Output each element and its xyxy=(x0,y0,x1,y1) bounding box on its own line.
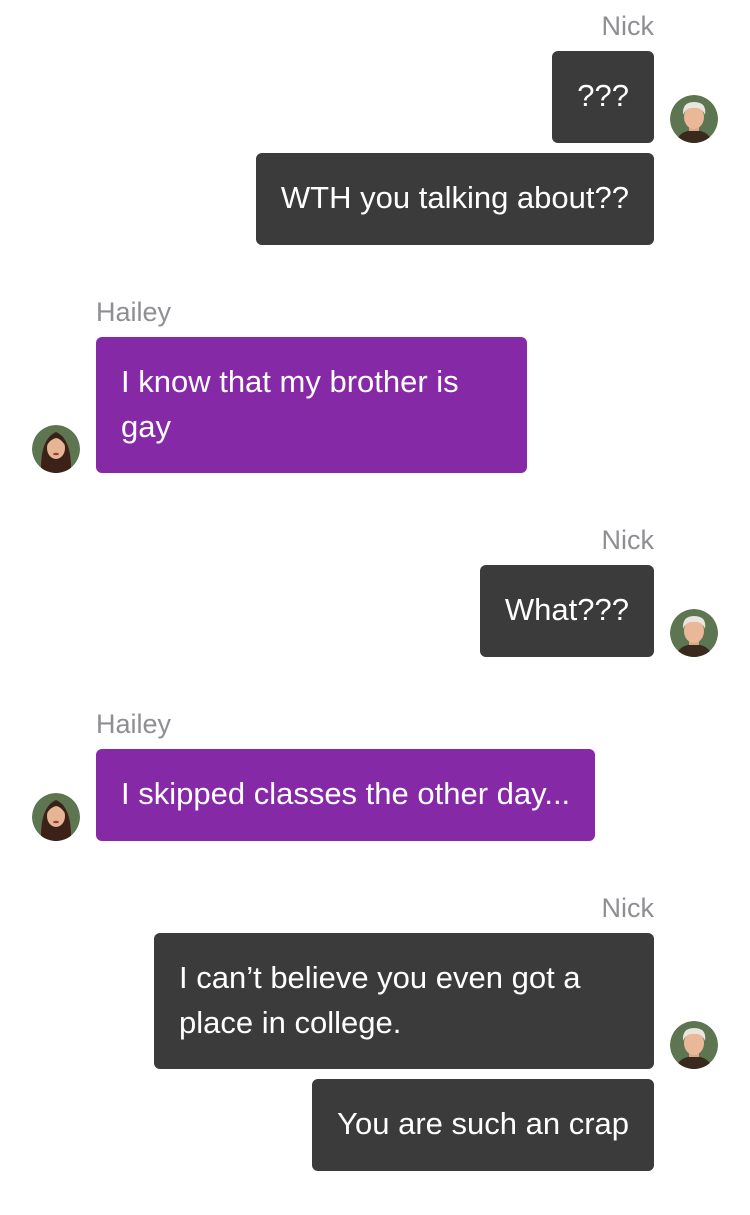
sender-name: Hailey xyxy=(96,297,172,327)
nick-avatar-icon[interactable] xyxy=(670,1021,718,1069)
sender-name: Nick xyxy=(601,11,655,41)
message-bubble[interactable]: I know that my brother is gay xyxy=(96,337,527,473)
message-bubble[interactable]: WTH you talking about?? xyxy=(255,153,654,245)
hailey-avatar-icon[interactable] xyxy=(32,793,80,841)
message-bubble[interactable]: What??? xyxy=(479,565,654,657)
sender-name: Hailey xyxy=(96,709,172,739)
message-bubble[interactable]: I skipped classes the other day... xyxy=(96,749,596,841)
sender-name: Nick xyxy=(601,525,655,555)
message-bubble[interactable]: ??? xyxy=(552,51,654,143)
hailey-avatar-icon[interactable] xyxy=(32,425,80,473)
nick-avatar-icon[interactable] xyxy=(670,95,718,143)
message-bubble[interactable]: I can’t believe you even got a place in … xyxy=(154,933,654,1069)
sender-name: Nick xyxy=(601,893,655,923)
message-bubble[interactable]: You are such an crap xyxy=(312,1079,654,1171)
nick-avatar-icon[interactable] xyxy=(670,609,718,657)
